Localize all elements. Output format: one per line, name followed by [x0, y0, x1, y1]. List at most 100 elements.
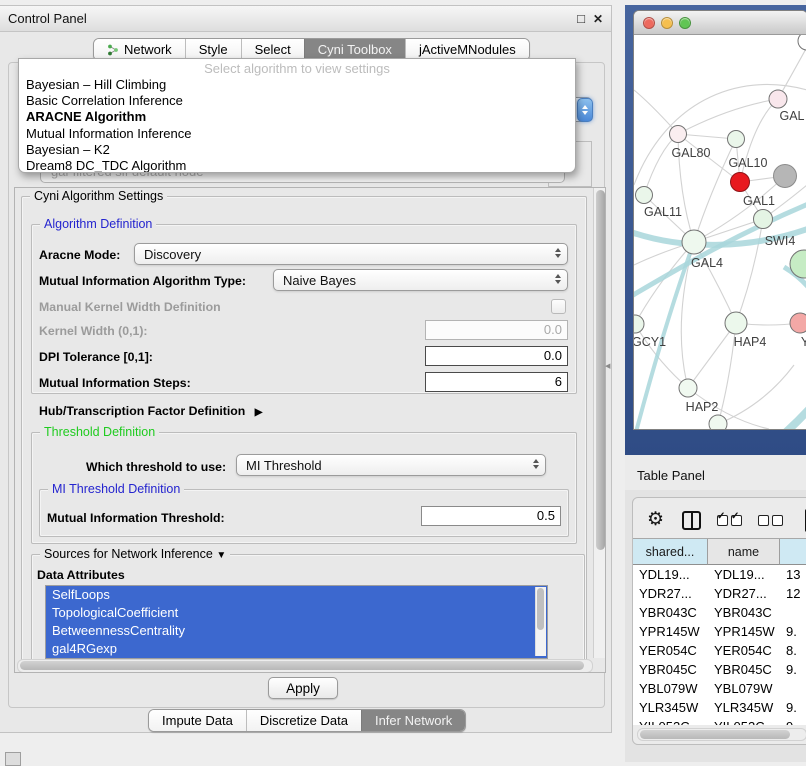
chevron-down-icon[interactable]: ▼: [216, 550, 226, 561]
cell[interactable]: YBR045C: [708, 660, 780, 679]
cell[interactable]: 12: [780, 584, 806, 603]
cell[interactable]: [780, 679, 806, 698]
cell[interactable]: YLR345W: [633, 698, 708, 717]
close-button[interactable]: [643, 17, 655, 29]
table-horizontal-scrollbar[interactable]: [637, 728, 806, 741]
select-all-columns-icon[interactable]: ✓ ✓: [717, 515, 742, 526]
dropdown-item-bayesian-hill-climbing[interactable]: Bayesian – Hill Climbing: [19, 77, 575, 93]
mi-steps-field[interactable]: 6: [425, 372, 568, 392]
cell[interactable]: [780, 603, 806, 622]
hub-definition-disclosure[interactable]: Hub/Transcription Factor Definition ▶: [39, 404, 262, 418]
manual-kernel-checkbox[interactable]: [551, 299, 566, 314]
network-node[interactable]: [774, 165, 797, 188]
table-row[interactable]: YLR345WYLR345W9.: [633, 698, 806, 717]
mi-threshold-field[interactable]: 0.5: [421, 506, 561, 526]
network-node[interactable]: [769, 90, 787, 108]
cell[interactable]: 9.: [780, 698, 806, 717]
cell[interactable]: YBR043C: [633, 603, 708, 622]
tab-select[interactable]: Select: [241, 39, 304, 60]
table-row[interactable]: YIL052CYIL052C9.: [633, 717, 806, 725]
tab-infer-network[interactable]: Infer Network: [361, 710, 465, 731]
minimize-button[interactable]: [661, 17, 673, 29]
table-row[interactable]: YBL079WYBL079W: [633, 679, 806, 698]
data-attributes-list[interactable]: SelfLoopsTopologicalCoefficientBetweenne…: [45, 585, 548, 659]
cell[interactable]: 8.: [780, 641, 806, 660]
tab-jactivemnodules[interactable]: jActiveMNodules: [405, 39, 529, 60]
deselect-all-columns-icon[interactable]: [758, 515, 783, 526]
list-item-topologicalcoefficient[interactable]: TopologicalCoefficient: [46, 604, 547, 622]
cell[interactable]: YER054C: [633, 641, 708, 660]
cell[interactable]: YPR145W: [633, 622, 708, 641]
cell[interactable]: 9.: [780, 622, 806, 641]
combo-arrows-icon: [533, 459, 539, 469]
column-layout-icon[interactable]: [682, 511, 701, 530]
network-node[interactable]: [709, 415, 727, 429]
settings-horizontal-scrollbar[interactable]: [17, 659, 593, 673]
cell[interactable]: YDR27...: [633, 584, 708, 603]
zoom-button[interactable]: [679, 17, 691, 29]
network-node[interactable]: [679, 379, 697, 397]
network-node[interactable]: [731, 173, 750, 192]
list-item-gal4rgexp[interactable]: gal4RGexp: [46, 640, 547, 658]
tab-impute-data[interactable]: Impute Data: [149, 710, 246, 731]
docked-window-icon[interactable]: [5, 752, 21, 766]
list-item-selfloops[interactable]: SelfLoops: [46, 586, 547, 604]
cell[interactable]: YBR043C: [708, 603, 780, 622]
tab-network[interactable]: Network: [94, 39, 185, 60]
cell[interactable]: YBR045C: [633, 660, 708, 679]
table-row[interactable]: YBR045CYBR045C9.: [633, 660, 806, 679]
dropdown-item-basic-correlation-inference[interactable]: Basic Correlation Inference: [19, 93, 575, 109]
table-row[interactable]: YBR043CYBR043C: [633, 603, 806, 622]
table-row[interactable]: YDL19...YDL19...13: [633, 565, 806, 584]
dpi-tolerance-field[interactable]: 0.0: [425, 346, 568, 366]
tab-cyni-toolbox[interactable]: Cyni Toolbox: [304, 39, 405, 60]
dropdown-item-dream8-dc-tdc-algorithm[interactable]: Dream8 DC_TDC Algorithm: [19, 158, 575, 173]
network-node[interactable]: [798, 35, 806, 50]
dropdown-item-bayesian-k2[interactable]: Bayesian – K2: [19, 142, 575, 158]
network-node[interactable]: [790, 313, 806, 333]
network-node[interactable]: [728, 131, 745, 148]
cell[interactable]: 9.: [780, 717, 806, 725]
dropdown-item-mutual-information-inference[interactable]: Mutual Information Inference: [19, 126, 575, 142]
cell[interactable]: YIL052C: [708, 717, 780, 725]
tab-style[interactable]: Style: [185, 39, 241, 60]
network-node[interactable]: [725, 312, 747, 334]
cell[interactable]: YIL052C: [633, 717, 708, 725]
column-header-name[interactable]: name: [708, 539, 780, 565]
column-header-2[interactable]: [780, 539, 806, 565]
table-row[interactable]: YDR27...YDR27...12: [633, 584, 806, 603]
cell[interactable]: YPR145W: [708, 622, 780, 641]
cell[interactable]: YBL079W: [633, 679, 708, 698]
cell[interactable]: YLR345W: [708, 698, 780, 717]
network-node[interactable]: [634, 315, 644, 333]
table-row[interactable]: YER054CYER054C8.: [633, 641, 806, 660]
network-node[interactable]: [670, 126, 687, 143]
network-node[interactable]: [682, 230, 706, 254]
cell[interactable]: YDL19...: [708, 565, 780, 584]
cell[interactable]: 13: [780, 565, 806, 584]
cell[interactable]: YDL19...: [633, 565, 708, 584]
tab-discretize-data[interactable]: Discretize Data: [246, 710, 361, 731]
column-header-shared[interactable]: shared...: [633, 539, 708, 565]
table-row[interactable]: YPR145WYPR145W9.: [633, 622, 806, 641]
cell[interactable]: YDR27...: [708, 584, 780, 603]
list-scrollbar[interactable]: [535, 587, 546, 656]
network-node[interactable]: [754, 210, 773, 229]
network-node[interactable]: [636, 187, 653, 204]
network-canvas[interactable]: GALGAL80GAL10GAL1GAL11GAL4SWI4HAP4YGCY1H…: [634, 35, 806, 429]
panel-divider-collapse-icon[interactable]: ◀: [605, 362, 610, 370]
float-window-icon[interactable]: □: [577, 11, 585, 26]
dropdown-item-aracne-algorithm[interactable]: ARACNE Algorithm: [19, 109, 575, 125]
apply-button[interactable]: Apply: [268, 677, 338, 699]
combo-spinner-icon[interactable]: [577, 98, 593, 122]
which-threshold-combo[interactable]: MI Threshold: [236, 454, 546, 476]
close-icon[interactable]: ✕: [593, 12, 603, 26]
aracne-mode-combo[interactable]: Discovery: [134, 243, 568, 265]
cell[interactable]: YBL079W: [708, 679, 780, 698]
mi-type-combo[interactable]: Naive Bayes: [273, 269, 568, 291]
cell[interactable]: YER054C: [708, 641, 780, 660]
cell[interactable]: 9.: [780, 660, 806, 679]
settings-gear-icon[interactable]: ⚙: [647, 509, 664, 531]
settings-vertical-scrollbar[interactable]: [593, 188, 606, 658]
list-item-betweennesscentrality[interactable]: BetweennessCentrality: [46, 622, 547, 640]
